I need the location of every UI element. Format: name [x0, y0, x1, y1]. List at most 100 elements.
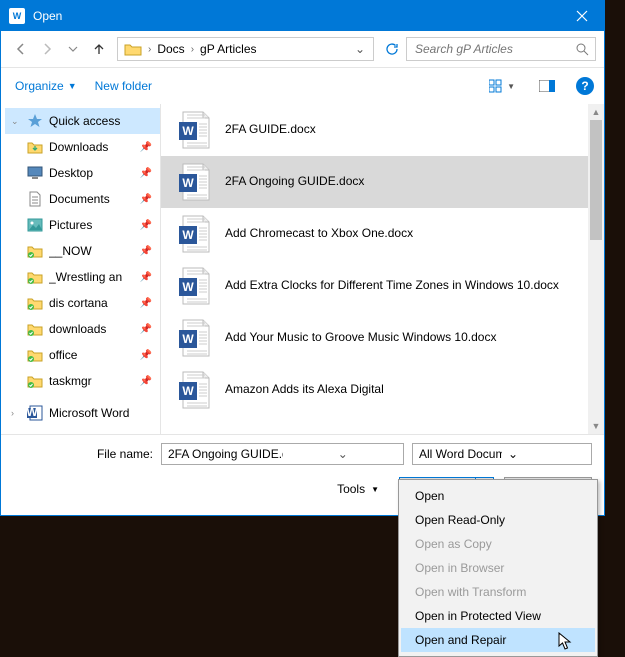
sidebar-item-pictures[interactable]: Pictures 📌	[5, 212, 160, 238]
pin-icon: 📌	[140, 168, 152, 179]
svg-text:W: W	[182, 124, 194, 138]
nav-row: › Docs › gP Articles ⌄	[1, 31, 604, 68]
pin-icon: 📌	[140, 324, 152, 335]
view-mode-button[interactable]: ▼	[486, 76, 518, 96]
sidebar-item-dis-cortana[interactable]: dis cortana 📌	[5, 290, 160, 316]
new-folder-button[interactable]: New folder	[95, 79, 152, 93]
file-row[interactable]: W2FA GUIDE.docx	[161, 104, 604, 156]
pin-icon: 📌	[140, 142, 152, 153]
sidebar-item-label: _Wrestling an	[49, 270, 134, 284]
dropdown-item-open-with-transform: Open with Transform	[401, 580, 595, 604]
filter-label: All Word Documents (*.docx;*.d	[413, 447, 502, 461]
file-name: Add Your Music to Groove Music Windows 1…	[225, 330, 588, 346]
toolbar: Organize ▼ New folder ▼ ?	[1, 68, 604, 104]
sidebar-item-label: office	[49, 348, 134, 362]
scroll-thumb[interactable]	[590, 120, 602, 240]
thumbnails-icon	[489, 79, 505, 93]
breadcrumb-dropdown[interactable]: ⌄	[349, 42, 371, 56]
sidebar-item-downloads[interactable]: downloads 📌	[5, 316, 160, 342]
word-doc-icon: W	[177, 110, 211, 150]
chevron-down-icon: ▼	[371, 485, 379, 494]
pin-icon: 📌	[140, 220, 152, 231]
chevron-down-icon: ▼	[68, 81, 77, 91]
arrow-left-icon	[14, 42, 28, 56]
sidebar-item-office[interactable]: office📌	[5, 342, 160, 368]
word-doc-icon: W	[177, 214, 211, 254]
dropdown-item-open[interactable]: Open	[401, 484, 595, 508]
sidebar-item-label: Documents	[49, 192, 134, 206]
sidebar-item-downloads[interactable]: Downloads📌	[5, 134, 160, 160]
scroll-down-icon[interactable]: ▼	[588, 418, 604, 434]
file-row[interactable]: WAdd Extra Clocks for Different Time Zon…	[161, 260, 604, 312]
pin-icon: 📌	[140, 246, 152, 257]
folder-check-icon	[27, 373, 43, 389]
help-button[interactable]: ?	[576, 77, 594, 95]
body: ⌄Quick accessDownloads📌 Desktop 📌 Documents…	[1, 104, 604, 434]
close-icon	[576, 10, 588, 22]
folder-down-icon	[27, 139, 43, 155]
breadcrumb[interactable]: › Docs › gP Articles ⌄	[117, 37, 374, 61]
recent-dropdown[interactable]	[61, 37, 85, 61]
sidebar-item-documents[interactable]: Documents📌	[5, 186, 160, 212]
word-doc-icon: W	[177, 162, 211, 202]
file-row[interactable]: W2FA Ongoing GUIDE.docx	[161, 156, 604, 208]
word-doc-icon: W	[177, 318, 211, 358]
titlebar: W Open	[1, 1, 604, 31]
chevron-down-icon[interactable]: ⌄	[283, 447, 404, 461]
svg-text:W: W	[182, 384, 194, 398]
back-button[interactable]	[9, 37, 33, 61]
sidebar-item--now[interactable]: __NOW 📌	[5, 238, 160, 264]
file-name: Add Chromecast to Xbox One.docx	[225, 226, 588, 242]
chevron-down-icon	[68, 46, 78, 52]
star-icon	[27, 113, 43, 129]
filename-value: 2FA Ongoing GUIDE.docx	[162, 447, 283, 461]
sidebar-item-label: Desktop	[49, 166, 134, 180]
breadcrumb-item[interactable]: Docs	[153, 42, 188, 56]
pane-icon	[539, 80, 555, 92]
pin-icon: 📌	[140, 298, 152, 309]
chevron-down-icon[interactable]: ⌄	[502, 447, 591, 461]
close-button[interactable]	[559, 1, 604, 31]
chevron-right-icon: ›	[146, 44, 153, 55]
sidebar-item-label: downloads	[49, 322, 134, 336]
tools-menu[interactable]: Tools▼	[337, 482, 379, 496]
chevron-right-icon: ›	[11, 408, 21, 418]
scrollbar[interactable]: ▲ ▼	[588, 104, 604, 434]
pin-icon: 📌	[140, 376, 152, 387]
word-app-icon: W	[9, 8, 25, 24]
sidebar-item-label: Pictures	[49, 218, 134, 232]
sidebar-item-label: __NOW	[49, 244, 134, 258]
file-type-filter[interactable]: All Word Documents (*.docx;*.d ⌄	[412, 443, 592, 465]
sidebar-item-label: dis cortana	[49, 296, 134, 310]
dropdown-item-open-in-protected-view[interactable]: Open in Protected View	[401, 604, 595, 628]
search-box[interactable]	[406, 37, 596, 61]
search-icon[interactable]	[576, 43, 589, 56]
file-row[interactable]: W Add Your Music to Groove Music Windows …	[161, 312, 604, 364]
sidebar: ⌄Quick accessDownloads📌 Desktop 📌 Documents…	[1, 104, 161, 434]
file-row[interactable]: WAmazon Adds its Alexa Digital	[161, 364, 604, 416]
dropdown-item-open-as-copy: Open as Copy	[401, 532, 595, 556]
refresh-button[interactable]	[380, 37, 404, 61]
up-button[interactable]	[87, 37, 111, 61]
filename-field[interactable]: 2FA Ongoing GUIDE.docx ⌄	[161, 443, 404, 465]
forward-button[interactable]	[35, 37, 59, 61]
folder-check-icon	[27, 295, 43, 311]
svg-text:W: W	[27, 405, 38, 419]
scroll-up-icon[interactable]: ▲	[588, 104, 604, 120]
pin-icon: 📌	[140, 272, 152, 283]
sidebar-item-desktop[interactable]: Desktop 📌	[5, 160, 160, 186]
file-list: W2FA GUIDE.docxW2FA Ongoing GUIDE.docxWA…	[161, 104, 604, 434]
folder-check-icon	[27, 243, 43, 259]
sidebar-item-quick-access[interactable]: ⌄Quick access	[5, 108, 160, 134]
search-input[interactable]	[413, 41, 576, 57]
sidebar-item--wrestling-an[interactable]: _Wrestling an 📌	[5, 264, 160, 290]
preview-pane-button[interactable]	[536, 77, 558, 95]
sidebar-item-taskmgr[interactable]: taskmgr📌	[5, 368, 160, 394]
file-row[interactable]: W Add Chromecast to Xbox One.docx	[161, 208, 604, 260]
breadcrumb-item[interactable]: gP Articles	[196, 42, 260, 56]
sidebar-item-label: Microsoft Word	[49, 406, 160, 420]
organize-menu[interactable]: Organize ▼	[15, 79, 77, 93]
sidebar-item-microsoft-word[interactable]: › W Microsoft Word	[5, 400, 160, 426]
dropdown-item-open-read-only[interactable]: Open Read-Only	[401, 508, 595, 532]
desktop-icon	[27, 165, 43, 181]
